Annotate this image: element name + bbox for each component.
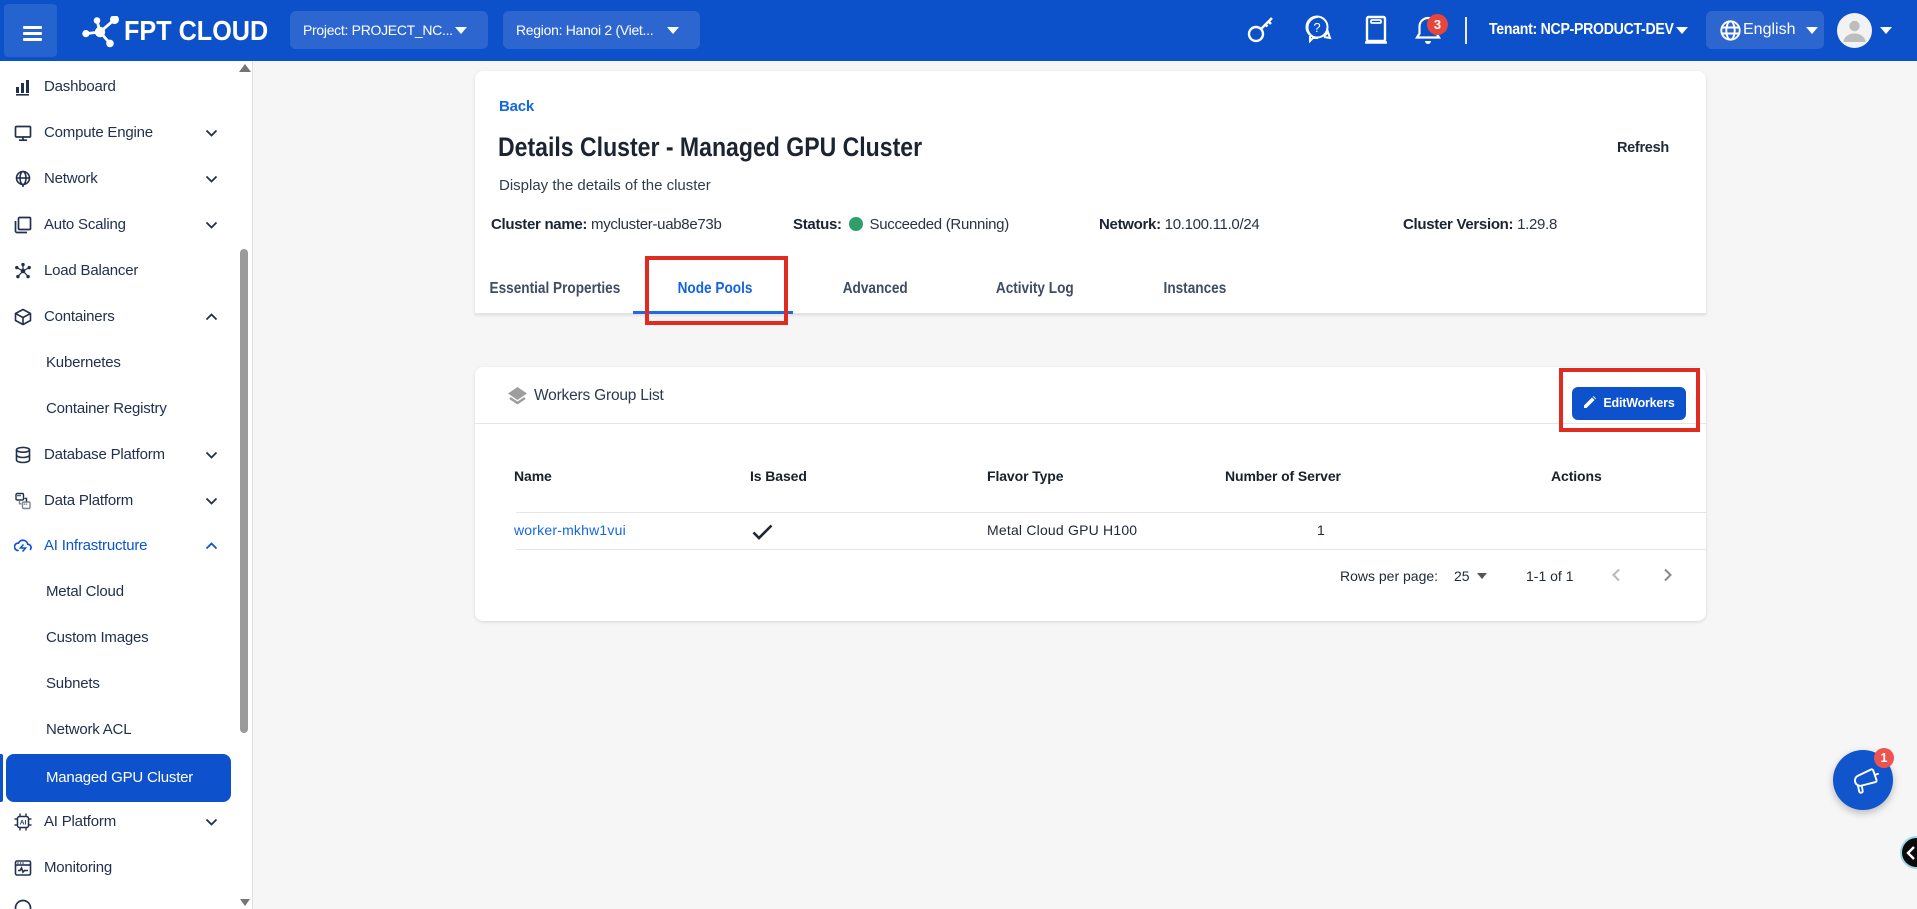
svg-text:?: ? [1313,20,1320,35]
svg-text:AI: AI [20,819,27,826]
